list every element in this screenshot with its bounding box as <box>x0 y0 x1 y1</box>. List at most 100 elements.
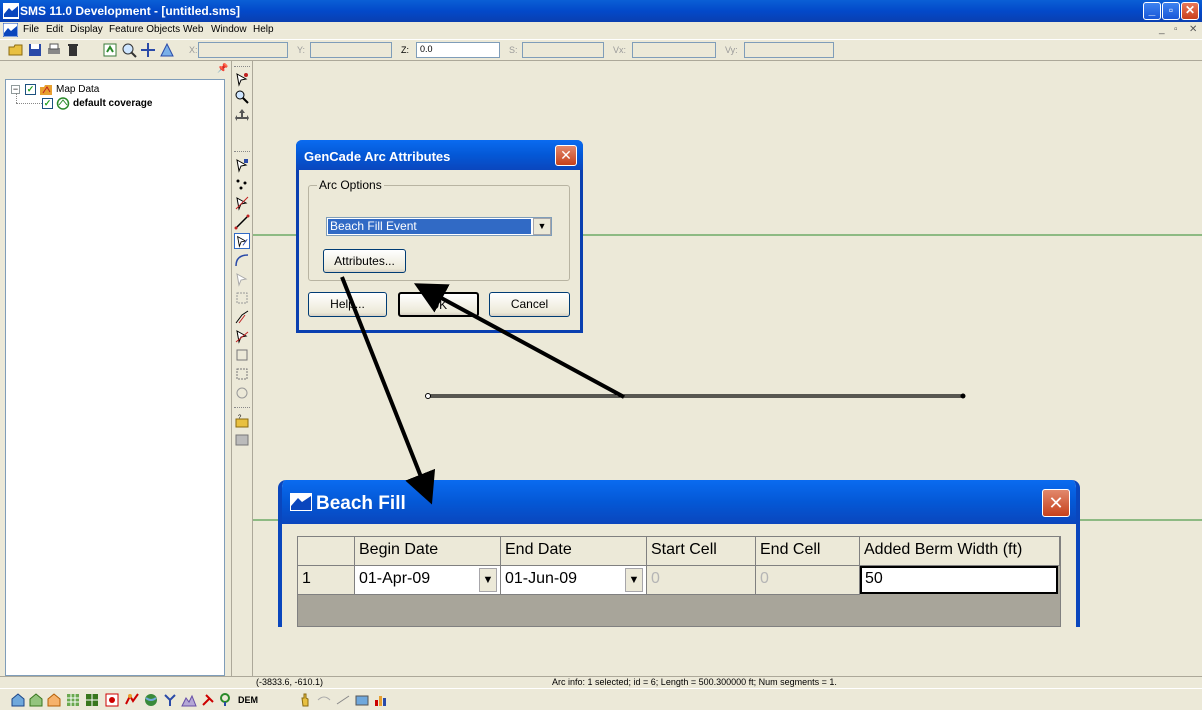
map-folder-icon <box>40 85 52 95</box>
save-icon[interactable] <box>27 42 43 58</box>
gis-globe-icon[interactable] <box>143 692 159 708</box>
beach-fill-table: Begin Date End Date Start Cell End Cell … <box>297 536 1061 627</box>
frame-icon[interactable] <box>159 42 175 58</box>
vx-coord-field[interactable] <box>632 42 716 58</box>
chevron-down-icon[interactable]: ▼ <box>533 218 551 235</box>
y-coord-field[interactable] <box>310 42 392 58</box>
mdi-minimize-button[interactable]: _ <box>1159 24 1165 35</box>
ok-button[interactable]: OK <box>398 292 479 317</box>
vy-coord-field[interactable] <box>744 42 834 58</box>
module-toolbar: DEM <box>0 688 1202 710</box>
rotate-tool-icon[interactable] <box>234 385 250 401</box>
pin-icon[interactable]: 📌 <box>217 63 228 74</box>
menu-window[interactable]: Window <box>211 24 247 35</box>
beach-fill-close-button[interactable]: ✕ <box>1042 489 1070 517</box>
end-date-select[interactable]: 01-Jun-09 ▼ <box>501 566 647 595</box>
toolbar-grip-3[interactable] <box>234 407 250 410</box>
select-polygon-icon[interactable] <box>234 290 250 306</box>
cancel-button[interactable]: Cancel <box>489 292 570 317</box>
beach-fill-title: Beach Fill <box>316 493 406 514</box>
minimize-button[interactable]: _ <box>1143 2 1161 20</box>
select-feature-icon[interactable] <box>234 71 250 87</box>
dem-module-button[interactable]: DEM <box>238 692 258 708</box>
create-curve-icon[interactable] <box>234 252 250 268</box>
attributes-button[interactable]: Attributes... <box>323 249 406 273</box>
status-bar: (-3833.6, -610.1) Arc info: 1 selected; … <box>0 676 1202 688</box>
toolbar-grip[interactable] <box>234 66 250 69</box>
pan-icon[interactable] <box>140 42 156 58</box>
menu-help[interactable]: Help <box>253 24 274 35</box>
document-icon[interactable] <box>3 23 18 37</box>
arc-start-node[interactable] <box>425 393 431 399</box>
2d-grid-icon[interactable] <box>84 692 100 708</box>
tools-module-icon[interactable] <box>200 692 216 708</box>
select-arc-icon[interactable] <box>234 233 250 249</box>
close-button[interactable]: ✕ <box>1181 2 1199 20</box>
map-data-label: Map Data <box>56 84 100 95</box>
feature-attributes-icon[interactable]: ? <box>234 413 250 429</box>
cartesian-grid-icon[interactable] <box>65 692 81 708</box>
mdi-restore-button[interactable]: ▫ <box>1174 24 1178 35</box>
arc-end-node[interactable] <box>960 393 966 399</box>
menu-edit[interactable]: Edit <box>46 24 63 35</box>
berm-width-input[interactable]: 50 <box>860 566 1058 594</box>
arc-type-select[interactable]: Beach Fill Event ▼ <box>326 217 552 236</box>
menu-file[interactable]: File <box>23 24 39 35</box>
particle-module-icon[interactable] <box>104 692 120 708</box>
select-polyline-icon[interactable] <box>234 328 250 344</box>
grid-module-icon[interactable] <box>28 692 44 708</box>
menu-display[interactable]: Display <box>70 24 103 35</box>
map-data-checkbox[interactable]: ✓ <box>25 84 36 95</box>
measure-tool-icon[interactable] <box>335 692 351 708</box>
dialog-close-button[interactable]: ✕ <box>555 145 577 166</box>
print-icon[interactable] <box>46 42 62 58</box>
gencade-arc-attributes-dialog: GenCade Arc Attributes ✕ Arc Options Bea… <box>296 140 583 333</box>
mesh-module-icon[interactable] <box>10 692 26 708</box>
create-arc-icon[interactable] <box>234 214 250 230</box>
chevron-down-icon[interactable]: ▼ <box>625 568 643 592</box>
vx-coord-label: Vx: <box>613 45 627 55</box>
select-arc-group-icon[interactable] <box>234 271 250 287</box>
create-polyline-icon[interactable] <box>234 309 250 325</box>
table-corner-header <box>298 537 355 566</box>
chevron-down-icon[interactable]: ▼ <box>479 568 497 592</box>
pan-tool-icon[interactable] <box>234 107 250 123</box>
image-tool-icon[interactable] <box>354 692 370 708</box>
scatter-module-icon[interactable] <box>46 692 62 708</box>
menu-feature-objects[interactable]: Feature Objects <box>109 24 180 35</box>
create-point-icon[interactable] <box>234 176 250 192</box>
select-cell-icon[interactable] <box>234 366 250 382</box>
map-module-icon[interactable] <box>124 692 140 708</box>
zoom-icon[interactable] <box>121 42 137 58</box>
menu-web[interactable]: Web <box>183 24 203 35</box>
x-coord-label: X: <box>189 45 198 55</box>
bar-chart-tool-icon[interactable] <box>373 692 389 708</box>
arc-type-selected-value: Beach Fill Event <box>328 219 531 234</box>
window-title: SMS 11.0 Development - [untitled.sms] <box>20 4 241 18</box>
terrain-module-icon[interactable] <box>181 692 197 708</box>
hand-tool-icon[interactable] <box>297 692 313 708</box>
coverage-label: default coverage <box>73 98 153 109</box>
x-coord-field[interactable] <box>198 42 288 58</box>
refresh-icon[interactable] <box>102 42 118 58</box>
delete-trash-icon[interactable] <box>65 42 81 58</box>
mdi-close-button[interactable]: ✕ <box>1189 24 1197 35</box>
map-properties-icon[interactable] <box>234 432 250 448</box>
coverage-checkbox[interactable]: ✓ <box>42 98 53 109</box>
help-button[interactable]: Help... <box>308 292 387 317</box>
annotation-module-icon[interactable] <box>219 692 235 708</box>
open-folder-icon[interactable] <box>8 42 24 58</box>
select-vertex-icon[interactable] <box>234 195 250 211</box>
toolbar-grip-2[interactable] <box>234 151 250 154</box>
z-coord-field[interactable]: 0.0 <box>416 42 500 58</box>
flow-tool-icon[interactable] <box>316 692 332 708</box>
select-box-icon[interactable] <box>234 347 250 363</box>
maximize-button[interactable]: ▫ <box>1162 2 1180 20</box>
project-tree: − ✓ Map Data ✓ default coverage <box>5 79 225 676</box>
zoom-tool-icon[interactable] <box>234 89 250 105</box>
sms-logo-icon <box>3 3 19 19</box>
network-module-icon[interactable] <box>162 692 178 708</box>
s-coord-field[interactable] <box>522 42 604 58</box>
begin-date-select[interactable]: 01-Apr-09 ▼ <box>355 566 501 595</box>
select-node-icon[interactable] <box>234 157 250 173</box>
